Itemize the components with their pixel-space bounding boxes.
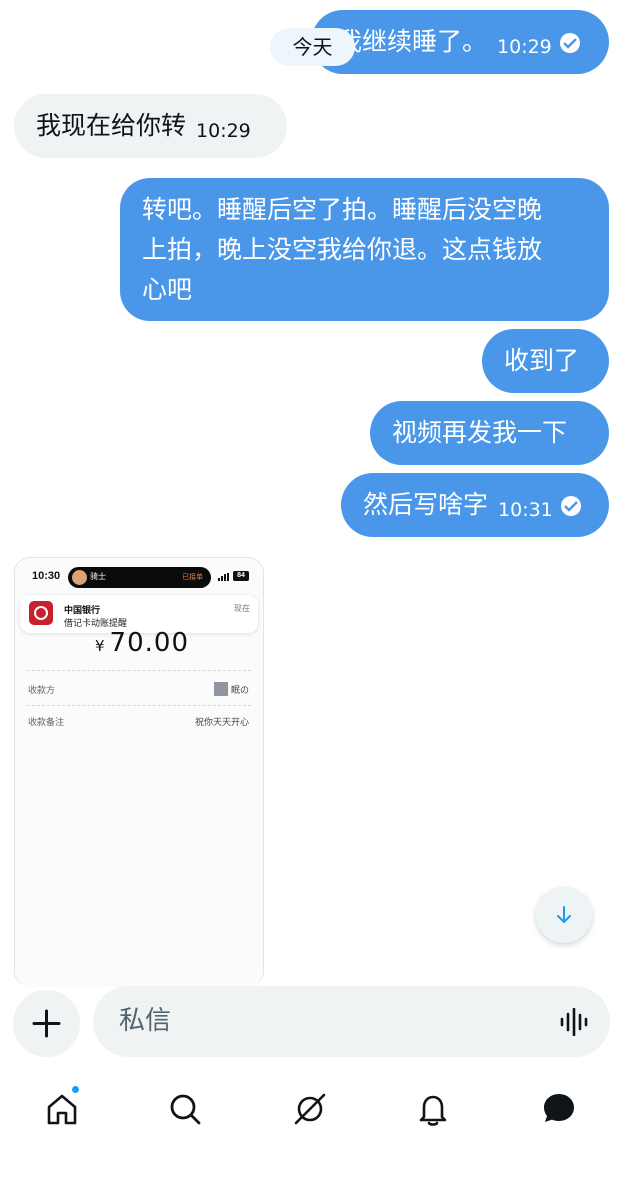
transfer-amount: ¥70.00	[95, 628, 189, 658]
image-attachment[interactable]: 10:30 骑士 已接单 84 中国银行 借记卡动账提醒 现在 ¥70.00 收…	[14, 557, 264, 987]
dynamic-island: 骑士 已接单	[68, 567, 211, 588]
notification-dot	[71, 1085, 80, 1094]
notification-time: 现在	[234, 604, 250, 613]
message-text: 视频再发我一下	[392, 418, 568, 447]
message-text-line: 心吧	[142, 275, 193, 304]
arrow-down-icon	[557, 906, 571, 923]
message-text: 收到了	[504, 346, 580, 375]
payee-label: 收款方	[28, 686, 56, 696]
messages-icon	[544, 1094, 574, 1122]
payee-value: 眠の	[213, 682, 249, 696]
scroll-to-bottom-button[interactable]	[536, 887, 592, 943]
message-text-line: 转吧。睡醒后空了拍。睡醒后没空晚	[142, 195, 543, 224]
message-text: 我现在给你转	[36, 111, 187, 140]
message-time: 10:31	[498, 499, 553, 521]
nav-grok[interactable]	[286, 1085, 334, 1133]
amount-value: 70.00	[109, 628, 189, 658]
nav-messages[interactable]	[535, 1085, 583, 1133]
payee-name: 眠の	[230, 686, 249, 696]
message-text: 然后写啥字	[363, 490, 489, 519]
bottom-navigation	[0, 1075, 623, 1145]
grok-icon	[294, 1093, 326, 1125]
message-bubble-outgoing[interactable]: 收到了	[482, 329, 609, 393]
message-time: 10:29	[497, 36, 552, 58]
currency-symbol: ¥	[95, 637, 106, 655]
read-receipt-icon	[560, 496, 581, 516]
note-value: 祝你天天开心	[194, 718, 249, 728]
message-text: 我继续睡了。	[337, 27, 488, 56]
embedded-time: 10:30	[32, 570, 61, 582]
date-divider: 今天	[270, 28, 355, 66]
nav-notifications[interactable]	[409, 1085, 457, 1133]
voice-message-icon[interactable]	[559, 1008, 591, 1036]
nav-search[interactable]	[161, 1085, 209, 1133]
message-bubble-outgoing[interactable]: 我继续睡了。 10:29	[311, 10, 609, 74]
bank-of-china-logo-icon	[29, 601, 53, 625]
notification-title: 中国银行	[64, 606, 101, 616]
message-bubble-outgoing[interactable]: 然后写啥字 10:31	[341, 473, 609, 537]
embedded-status-bar: 10:30 骑士 已接单 84	[15, 558, 263, 594]
message-input[interactable]	[119, 998, 539, 1044]
payee-avatar	[213, 682, 228, 696]
battery-icon: 84	[233, 571, 249, 581]
divider	[27, 670, 251, 671]
bell-icon	[419, 1095, 447, 1126]
home-icon	[47, 1094, 77, 1125]
add-attachment-button[interactable]	[13, 990, 80, 1057]
search-icon	[170, 1094, 201, 1125]
plus-icon	[32, 1009, 61, 1038]
message-bubble-outgoing[interactable]: 视频再发我一下	[370, 401, 609, 465]
divider	[27, 705, 251, 706]
island-status: 已接单	[182, 574, 203, 581]
read-receipt-icon	[559, 33, 580, 53]
rider-avatar	[72, 570, 87, 585]
message-bubble-outgoing[interactable]: 转吧。睡醒后空了拍。睡醒后没空晚 上拍，晚上没空我给你退。这点钱放 心吧	[120, 178, 609, 321]
message-text-line: 上拍，晚上没空我给你退。这点钱放	[142, 235, 543, 264]
note-label: 收款备注	[28, 718, 65, 728]
island-name: 骑士	[90, 572, 106, 581]
message-bubble-incoming[interactable]: 我现在给你转 10:29	[14, 94, 287, 158]
signal-icon	[218, 573, 230, 581]
message-time: 10:29	[196, 120, 251, 142]
nav-home[interactable]	[38, 1085, 86, 1133]
message-composer	[93, 986, 610, 1057]
